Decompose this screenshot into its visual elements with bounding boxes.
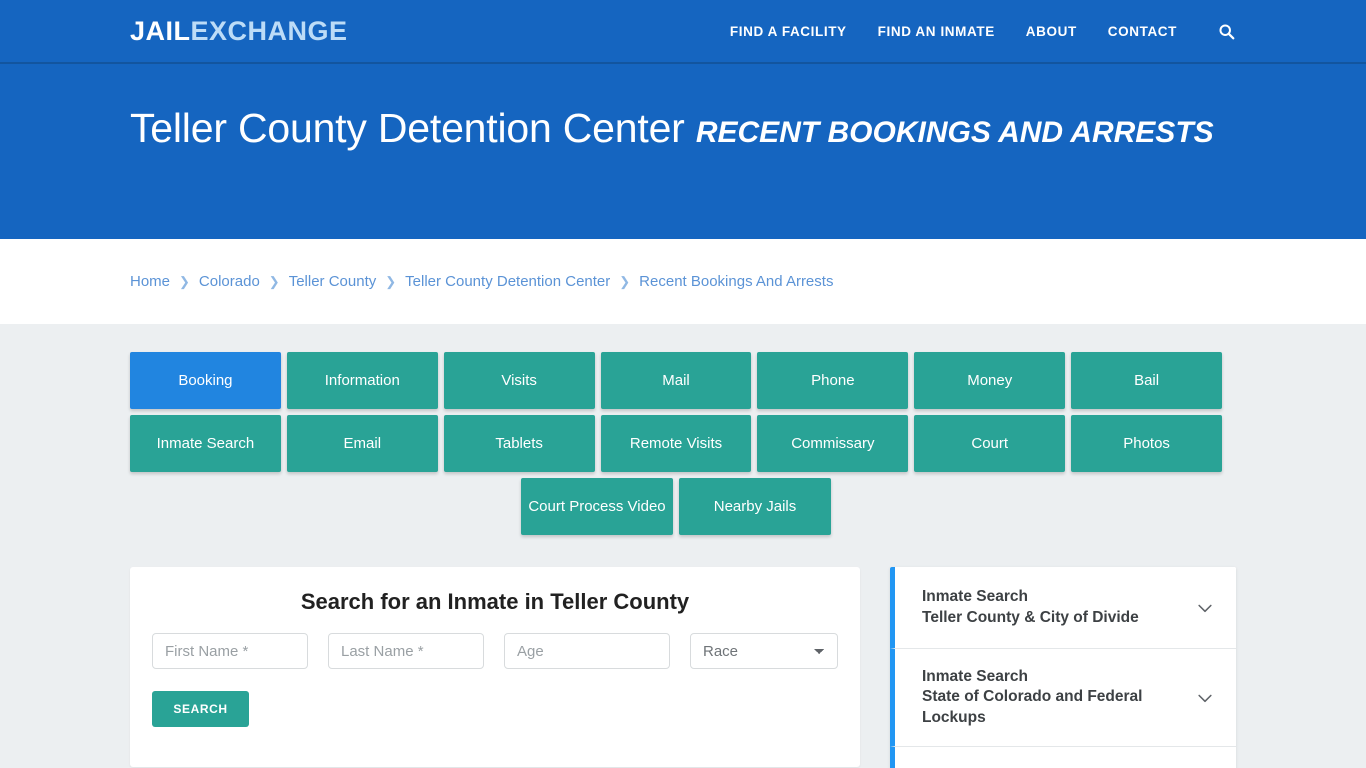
main-content: Booking Information Visits Mail Phone Mo… (0, 324, 1366, 768)
inmate-search-fields: Race (152, 633, 838, 669)
chevron-down-icon[interactable] (1194, 597, 1216, 619)
sidebar-item-line2: Teller County & City of Divide (922, 608, 1139, 626)
tab-visits[interactable]: Visits (443, 352, 595, 409)
sidebar-item-teller-county-detention-center[interactable]: Teller County Detention Center (890, 747, 1236, 768)
breadcrumb-item-home[interactable]: Home (130, 273, 170, 290)
race-select[interactable]: Race (690, 633, 838, 669)
breadcrumb-separator-icon: ❯ (268, 273, 280, 289)
tab-photos[interactable]: Photos (1071, 415, 1223, 472)
breadcrumb-item-colorado[interactable]: Colorado (199, 273, 260, 290)
first-name-input[interactable] (152, 633, 308, 669)
logo-text-secondary: EXCHANGE (190, 15, 348, 46)
main-navigation: FIND A FACILITY FIND AN INMATE ABOUT CON… (730, 21, 1236, 41)
breadcrumb-bar: Home ❯ Colorado ❯ Teller County ❯ Teller… (0, 239, 1366, 324)
sidebar-item-line2: State of Colorado and Federal Lockups (922, 688, 1143, 726)
site-header: JAILEXCHANGE FIND A FACILITY FIND AN INM… (0, 0, 1366, 64)
content-columns: Search for an Inmate in Teller County Ra… (130, 567, 1236, 768)
nav-item-about[interactable]: ABOUT (1026, 24, 1077, 39)
facility-tab-grid: Booking Information Visits Mail Phone Mo… (130, 352, 1223, 535)
breadcrumb-separator-icon: ❯ (179, 273, 190, 289)
tab-phone[interactable]: Phone (757, 352, 909, 409)
breadcrumb-item-current: Recent Bookings And Arrests (639, 273, 834, 290)
last-name-input[interactable] (328, 633, 484, 669)
tab-booking[interactable]: Booking (130, 352, 281, 409)
breadcrumb-separator-icon: ❯ (385, 273, 397, 289)
page-title-facility: Teller County Detention Center (130, 105, 685, 151)
tab-tablets[interactable]: Tablets (443, 415, 595, 472)
tab-inmate-search[interactable]: Inmate Search (130, 415, 281, 472)
nav-item-contact[interactable]: CONTACT (1108, 24, 1177, 39)
sidebar-accordion: Inmate Search Teller County & City of Di… (890, 567, 1236, 768)
inmate-search-card: Search for an Inmate in Teller County Ra… (130, 567, 860, 767)
breadcrumb-separator-icon: ❯ (619, 273, 631, 289)
tab-email[interactable]: Email (286, 415, 438, 472)
facility-tab-row-2: Inmate Search Email Tablets Remote Visit… (130, 415, 1223, 472)
sidebar-item-inmate-search-teller-county[interactable]: Inmate Search Teller County & City of Di… (890, 567, 1236, 649)
breadcrumb-item-teller-county[interactable]: Teller County (289, 273, 377, 290)
breadcrumb: Home ❯ Colorado ❯ Teller County ❯ Teller… (130, 273, 833, 290)
age-input[interactable] (504, 633, 670, 669)
logo-text-primary: JAIL (130, 15, 191, 46)
tab-nearby-jails[interactable]: Nearby Jails (679, 478, 831, 535)
breadcrumb-item-detention-center[interactable]: Teller County Detention Center (405, 273, 610, 290)
search-submit-button[interactable]: SEARCH (152, 691, 249, 727)
hero-banner: Teller County Detention Center RECENT BO… (0, 64, 1366, 239)
tab-money[interactable]: Money (914, 352, 1066, 409)
tab-court[interactable]: Court (914, 415, 1066, 472)
tab-court-process-video[interactable]: Court Process Video (521, 478, 673, 535)
tab-remote-visits[interactable]: Remote Visits (600, 415, 752, 472)
nav-item-find-a-facility[interactable]: FIND A FACILITY (730, 24, 847, 39)
site-logo[interactable]: JAILEXCHANGE (130, 15, 348, 46)
facility-tab-row-3: Court Process Video Nearby Jails (130, 478, 1222, 535)
sidebar-item-inmate-search-state-colorado[interactable]: Inmate Search State of Colorado and Fede… (890, 649, 1236, 748)
tab-mail[interactable]: Mail (600, 352, 752, 409)
page-title: Teller County Detention Center RECENT BO… (130, 99, 1236, 157)
search-icon[interactable] (1216, 21, 1236, 41)
page-title-subtitle: RECENT BOOKINGS AND ARRESTS (695, 116, 1214, 149)
sidebar-item-line1: Inmate Search (922, 668, 1028, 685)
facility-tab-row-1: Booking Information Visits Mail Phone Mo… (130, 352, 1223, 409)
tab-bail[interactable]: Bail (1071, 352, 1223, 409)
tab-commissary[interactable]: Commissary (757, 415, 909, 472)
chevron-down-icon[interactable] (1194, 687, 1216, 709)
sidebar-item-label: Inmate Search State of Colorado and Fede… (922, 667, 1182, 728)
sidebar-item-label: Inmate Search Teller County & City of Di… (922, 587, 1182, 628)
inmate-search-title: Search for an Inmate in Teller County (300, 589, 690, 614)
tab-information[interactable]: Information (286, 352, 438, 409)
nav-item-find-an-inmate[interactable]: FIND AN INMATE (878, 24, 995, 39)
sidebar-item-line1: Inmate Search (922, 588, 1028, 606)
